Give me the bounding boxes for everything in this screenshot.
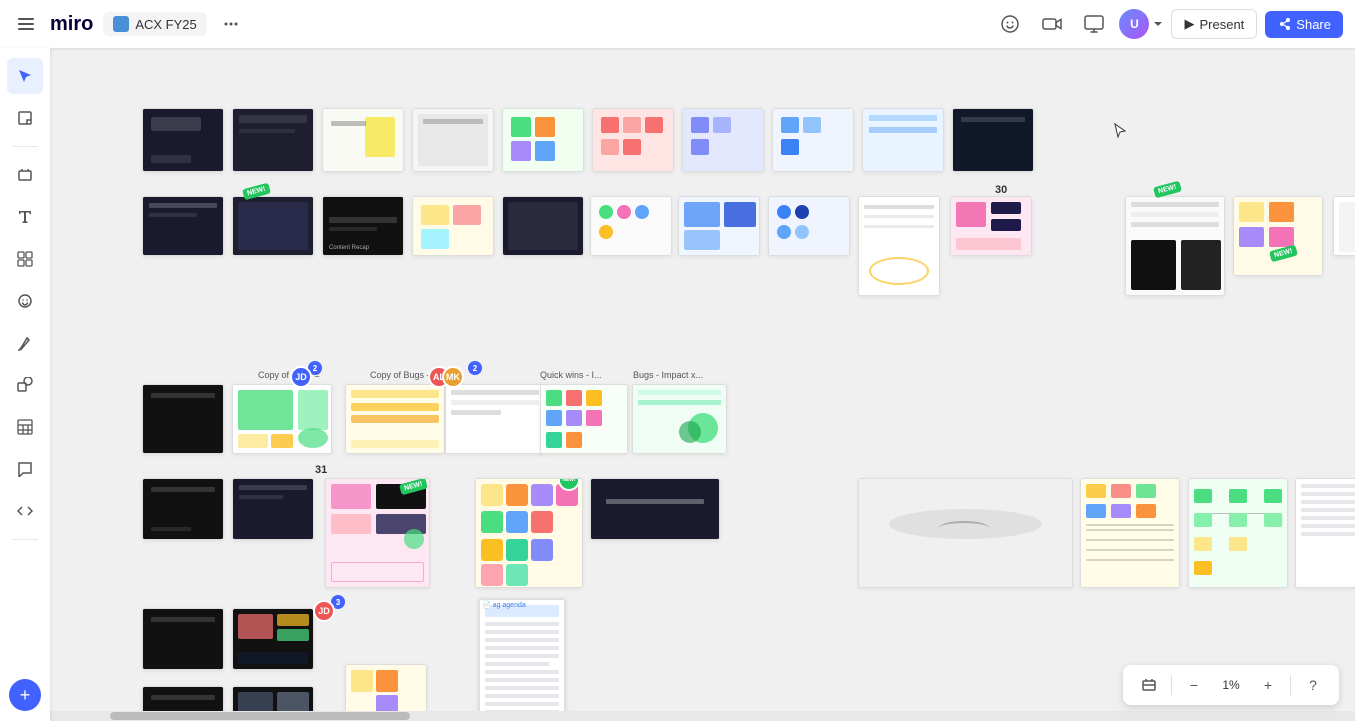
board-name: ACX FY25 <box>135 17 196 32</box>
frame-label-bugs-impact: Bugs - Impact x... <box>633 370 703 380</box>
frame-tool-btn[interactable] <box>7 157 43 193</box>
scrollbar-thumb[interactable] <box>110 712 410 720</box>
frame-row2-5[interactable] <box>502 196 584 256</box>
frame-number-31: 31 <box>315 464 327 476</box>
frame-10[interactable] <box>952 108 1034 172</box>
frame-row4-4[interactable]: NEW! <box>475 478 583 588</box>
frame-agenda[interactable]: 📄 ag agenda <box>478 598 566 721</box>
frame-row4-3[interactable]: NEW! <box>325 478 430 588</box>
board-tab[interactable]: ACX FY25 <box>103 12 206 36</box>
frame-quick-wins-2[interactable] <box>540 384 628 454</box>
horizontal-scrollbar[interactable] <box>50 711 1355 721</box>
frame-2[interactable] <box>232 108 314 172</box>
frame-loading[interactable] <box>858 478 1073 588</box>
canvas-content: NEW! Content Recap <box>50 48 1355 721</box>
zoom-in-btn[interactable]: + <box>1254 671 1282 699</box>
screen-share-btn[interactable] <box>1077 7 1111 41</box>
nav-left: miro ACX FY25 <box>12 10 245 38</box>
share-button[interactable]: Share <box>1265 11 1343 38</box>
table-tool-btn[interactable] <box>7 409 43 445</box>
frame-4[interactable] <box>412 108 494 172</box>
frame-substream-1[interactable] <box>142 196 224 256</box>
zoom-level: 1% <box>1216 678 1246 692</box>
frame-copy-bugs-eq[interactable] <box>232 384 332 454</box>
frame-bugs-impact[interactable] <box>632 384 727 454</box>
apps-tool-btn[interactable] <box>7 241 43 277</box>
shapes-tool-btn[interactable] <box>7 367 43 403</box>
code-tool-btn[interactable] <box>7 493 43 529</box>
frame-row2-2[interactable] <box>232 196 314 256</box>
frame-content-recap[interactable]: Content Recap <box>322 196 404 256</box>
frame-quick-wins-dark[interactable] <box>142 384 224 454</box>
video-btn[interactable] <box>1035 7 1069 41</box>
frame-uxp-planning[interactable] <box>142 478 224 540</box>
frame-row2-9[interactable] <box>950 196 1032 256</box>
miro-logo: miro <box>50 13 93 36</box>
frame-quick-wins[interactable] <box>445 384 545 454</box>
zoom-out-btn[interactable]: − <box>1180 671 1208 699</box>
comment-tool-btn[interactable] <box>7 451 43 487</box>
cursor <box>1113 122 1127 145</box>
reactions-tool-btn[interactable] <box>7 283 43 319</box>
frame-5[interactable] <box>502 108 584 172</box>
frame-row5-2[interactable] <box>232 608 314 670</box>
frame-row2-4[interactable] <box>412 196 494 256</box>
frame-far-2[interactable] <box>1233 196 1323 276</box>
sidebar-divider-2 <box>12 539 38 540</box>
frame-sub-stream-strategy[interactable] <box>232 478 314 540</box>
hamburger-menu[interactable] <box>12 10 40 38</box>
frame-8[interactable] <box>772 108 854 172</box>
frame-row2-7[interactable] <box>678 196 760 256</box>
frame-flow[interactable] <box>1188 478 1288 588</box>
frame-6[interactable] <box>592 108 674 172</box>
bottom-toolbar: − 1% + ? <box>1123 665 1339 705</box>
frame-label-copy-bugs-dash: Copy of Bugs - <box>370 370 430 380</box>
frame-copy-bugs-dash[interactable] <box>345 384 445 454</box>
select-tool-btn[interactable] <box>7 58 43 94</box>
pen-tool-btn[interactable] <box>7 325 43 361</box>
sidebar-divider-1 <box>12 146 38 147</box>
frame-diagram[interactable] <box>1080 478 1180 588</box>
frame-9[interactable] <box>862 108 944 172</box>
text-tool-btn[interactable] <box>7 199 43 235</box>
emoji-reactions-btn[interactable] <box>993 7 1027 41</box>
settings-btn[interactable] <box>1135 671 1163 699</box>
user-avatar: U <box>1119 9 1149 39</box>
frame-number-30: 30 <box>995 184 1007 196</box>
board-icon <box>113 16 129 32</box>
left-sidebar: + <box>0 48 50 721</box>
toolbar-divider-1 <box>1171 675 1172 695</box>
frame-label-quick-wins: Quick wins - I... <box>540 370 602 380</box>
help-btn[interactable]: ? <box>1299 671 1327 699</box>
top-navigation: miro ACX FY25 <box>0 0 1355 48</box>
frame-row5-1[interactable] <box>142 608 224 670</box>
add-to-canvas-btn[interactable]: + <box>9 679 41 711</box>
present-button[interactable]: ▶ Present <box>1171 9 1257 39</box>
toolbar-divider-2 <box>1290 675 1291 695</box>
nav-right: U ▶ Present Share <box>993 7 1343 41</box>
frame-acx-search[interactable] <box>590 478 720 540</box>
frame-row2-6[interactable] <box>590 196 672 256</box>
frame-far-1[interactable] <box>1125 196 1225 296</box>
frame-7[interactable] <box>682 108 764 172</box>
avatar-group-3: JD 3 <box>313 600 345 622</box>
frame-miro-fy25[interactable] <box>142 108 224 172</box>
frame-far-3[interactable] <box>1333 196 1355 256</box>
user-avatar-area[interactable]: U <box>1119 9 1163 39</box>
frame-3[interactable] <box>322 108 404 172</box>
frame-row2-ellipse[interactable] <box>858 196 940 296</box>
sticky-note-tool-btn[interactable] <box>7 100 43 136</box>
board-more-menu[interactable] <box>217 10 245 38</box>
frame-text-list[interactable] <box>1295 478 1355 588</box>
present-icon: ▶ <box>1184 16 1194 32</box>
canvas-area[interactable]: NEW! Content Recap <box>50 48 1355 721</box>
frame-row2-8[interactable] <box>768 196 850 256</box>
